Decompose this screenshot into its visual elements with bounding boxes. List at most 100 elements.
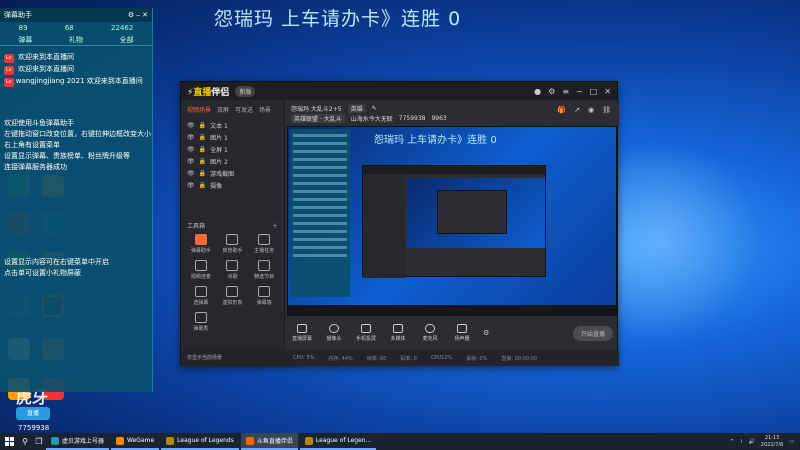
tool-room-admin[interactable]: 房管助手	[217, 234, 249, 254]
clock-date: 2022/7/6	[760, 441, 784, 448]
status-item: 丢帧: 0%	[466, 355, 488, 362]
preview-overlay-title: 怨瑞玛 上车请办卡》连胜 0	[374, 135, 497, 146]
task-view-icon[interactable]: ❐	[32, 437, 46, 446]
window-controls[interactable]: ● ⚙ ≡ − □ ✕	[534, 87, 611, 96]
streaming-app-window[interactable]: ⚡直播伴侣 新版 ● ⚙ ≡ − □ ✕ 视频场景 双屏 可发送 场景 👁 🔒 文本…	[180, 81, 619, 367]
lock-icon[interactable]: 🔒	[199, 182, 206, 189]
menu-icon[interactable]: ≡	[562, 87, 569, 96]
lock-icon[interactable]: 🔒	[199, 122, 206, 129]
status-item: 内存: 44%	[328, 355, 353, 362]
tab-gift[interactable]: 礼物	[69, 35, 83, 45]
tool-featured[interactable]: 精选节目	[248, 260, 280, 280]
avatar[interactable]: ●	[534, 87, 541, 96]
tool-danmu[interactable]: 弹幕助手	[185, 234, 217, 254]
add-icon[interactable]: ＋	[272, 221, 278, 230]
eye-icon[interactable]: 👁	[187, 182, 195, 189]
notification-icon[interactable]: ▭	[789, 439, 794, 445]
danmu-tabs[interactable]: 弹幕 礼物 全部	[0, 34, 152, 46]
start-button[interactable]	[0, 433, 18, 450]
tool-danmu-wall[interactable]: 弹幕墙	[248, 286, 280, 306]
taskbar-item[interactable]: 斗鱼直播伴侣	[240, 433, 298, 450]
stream-preview[interactable]: 怨瑞玛 上车请办卡》连胜 0	[287, 126, 617, 316]
volume-icon[interactable]: 🔊	[749, 439, 755, 445]
source-controls: 直播屏幕 摄像头 手机投屏 多媒体 麦克风 扬声器 ⚙ 开始直播	[285, 316, 619, 350]
app-titlebar[interactable]: ⚡直播伴侣 新版 ● ⚙ ≡ − □ ✕	[181, 82, 617, 100]
scene-item[interactable]: 👁 🔒 图片 1	[181, 131, 284, 143]
tool-tasks[interactable]: 主播任务	[248, 234, 280, 254]
sidebar-tab[interactable]: 视频场景	[187, 105, 211, 114]
scene-item[interactable]: 👁 🔒 摄像	[181, 179, 284, 191]
sidebar-tabs[interactable]: 视频场景 双屏 可发送 场景	[181, 100, 284, 119]
microphone-button[interactable]: 麦克风	[419, 324, 441, 342]
danmu-header[interactable]: 弹幕助手 ⚙ ⎯ ✕	[0, 8, 152, 22]
chat-line: Lv wangjingjiang 2021 欢迎来到本直播间	[4, 77, 143, 87]
room-title[interactable]: 怨瑞玛 大乱斗2+5	[291, 104, 342, 113]
stat-1: 89	[18, 24, 28, 32]
edit-icon[interactable]: ✎	[372, 105, 377, 112]
lock-icon[interactable]: 🔒	[199, 134, 206, 141]
settings-icon[interactable]: ⚙	[548, 87, 555, 96]
eye-icon[interactable]: 👁	[187, 134, 195, 141]
sidebar-tab[interactable]: 场景	[259, 105, 271, 114]
tool-song[interactable]: 点歌	[217, 260, 249, 280]
danmu-helper-panel[interactable]: 弹幕助手 ⚙ ⎯ ✕ 89 68 22462 弹幕 礼物 全部 Lv 欢迎来到本…	[0, 8, 153, 392]
version-badge[interactable]: 新版	[235, 85, 256, 97]
taskbar-item[interactable]: League of Legen...	[299, 433, 377, 450]
eye-icon[interactable]: 👁	[187, 146, 195, 153]
speaker-button[interactable]: 扬声器	[451, 324, 473, 342]
tab-danmu[interactable]: 弹幕	[18, 35, 32, 45]
sidebar-tab[interactable]: 双屏	[217, 105, 229, 114]
chat-line: 左键拖动窗口改变位置，右键拉伸边框改变大小	[4, 130, 151, 138]
system-tray[interactable]: ^ ⌇ 🔊 21:13 2022/7/6 ▭	[730, 435, 800, 449]
screen-capture-button[interactable]: 直播屏幕	[291, 324, 313, 342]
eye-icon[interactable]: 👁	[187, 170, 195, 177]
taskbar-item[interactable]: WeGame	[111, 433, 160, 450]
lock-icon[interactable]: 🔒	[199, 170, 206, 177]
camera-button[interactable]: 摄像头	[323, 324, 345, 342]
danmu-window-controls[interactable]: ⚙ ⎯ ✕	[128, 11, 148, 20]
record-icon[interactable]: ◉	[588, 106, 594, 114]
gift-icon[interactable]: 🎁	[557, 106, 566, 114]
close-icon[interactable]: ✕	[604, 87, 611, 96]
sidebar-tab[interactable]: 可发送	[235, 105, 253, 114]
scene-sidebar[interactable]: 视频场景 双屏 可发送 场景 👁 🔒 文本 1 👁 🔒 图片 1 👁 🔒 全屏 1 👁 🔒 图片…	[181, 100, 285, 367]
minimize-icon[interactable]: −	[576, 87, 583, 96]
settings-icon[interactable]: ⚙	[483, 329, 489, 337]
chat-line: 设置显示弹幕、贵族榜单、粉丝牌升级等	[4, 152, 130, 160]
room-header: 怨瑞玛 大乱斗2+5 英雄 ✎ 英雄联盟 · 大乱斗 山海水今大无联 77599…	[285, 100, 619, 126]
tray-arrow-icon[interactable]: ^	[730, 439, 734, 445]
eye-icon[interactable]: 👁	[187, 158, 195, 165]
scene-item[interactable]: 👁 🔒 图片 2	[181, 155, 284, 167]
header-icons[interactable]: 🎁 ↗ ◉ ⛓	[557, 106, 611, 114]
scene-item[interactable]: 👁 🔒 游戏截图	[181, 167, 284, 179]
taskbar-item[interactable]: League of Legends	[161, 433, 239, 450]
toolbox-grid: 弹幕助手 房管助手 主播任务 视频连麦 点歌 精选节目 选弹幕 虚拟形象 弹幕墙…	[181, 234, 284, 332]
media-button[interactable]: 多媒体	[387, 324, 409, 342]
room-tag[interactable]: 英雄	[347, 103, 366, 113]
taskbar: ⚲ ❐ 虚贝游戏上号器 WeGame League of Legends 斗鱼直…	[0, 433, 800, 450]
tool-select-danmu[interactable]: 选弹幕	[185, 286, 217, 306]
danmu-stats: 89 68 22462	[0, 22, 152, 34]
scene-item[interactable]: 👁 🔒 全屏 1	[181, 143, 284, 155]
lock-icon[interactable]: 🔒	[199, 146, 206, 153]
stat-2: 68	[64, 24, 74, 32]
clock[interactable]: 21:13 2022/7/6	[761, 435, 783, 449]
taskbar-item[interactable]: 虚贝游戏上号器	[46, 433, 110, 450]
start-live-button[interactable]: 开始直播	[572, 325, 613, 341]
scene-item[interactable]: 👁 🔒 文本 1	[181, 119, 284, 131]
tab-all[interactable]: 全部	[120, 35, 134, 45]
search-icon[interactable]: ⚲	[18, 437, 32, 446]
eye-icon[interactable]: 👁	[187, 122, 195, 129]
lock-icon[interactable]: 🔒	[199, 158, 206, 165]
tool-avatar[interactable]: 虚拟形象	[217, 286, 249, 306]
room-category[interactable]: 英雄联盟 · 大乱斗	[291, 113, 345, 123]
maximize-icon[interactable]: □	[590, 87, 598, 96]
tool-danmu-show[interactable]: 弹幕秀	[185, 312, 217, 332]
share-icon[interactable]: ↗	[574, 106, 580, 114]
phone-cast-button[interactable]: 手机投屏	[355, 324, 377, 342]
link-icon[interactable]: ⛓	[602, 106, 611, 114]
network-icon[interactable]: ⌇	[740, 439, 742, 445]
app-logo: ⚡直播伴侣	[187, 87, 230, 98]
tool-video-link[interactable]: 视频连麦	[185, 260, 217, 280]
preview-nested-app	[362, 165, 546, 278]
